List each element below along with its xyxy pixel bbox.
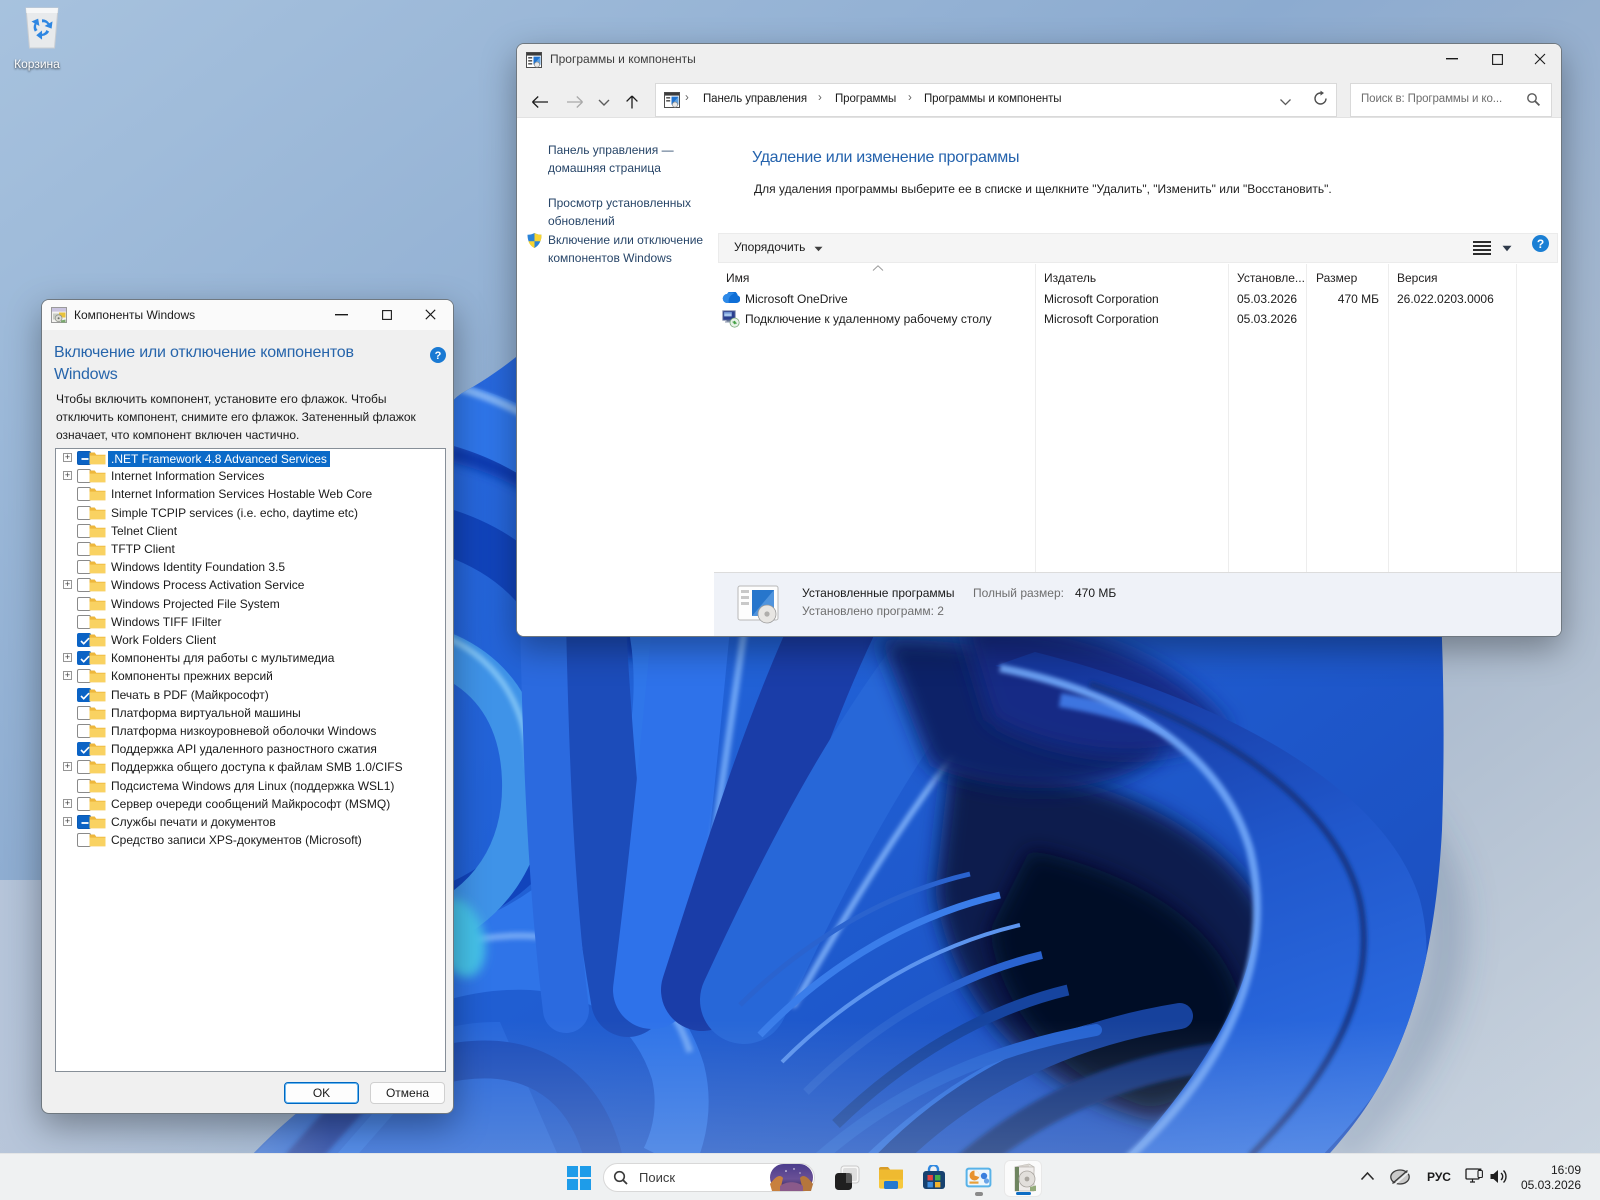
svg-text:?: ? [1537,237,1544,251]
svg-text:?: ? [435,350,442,362]
